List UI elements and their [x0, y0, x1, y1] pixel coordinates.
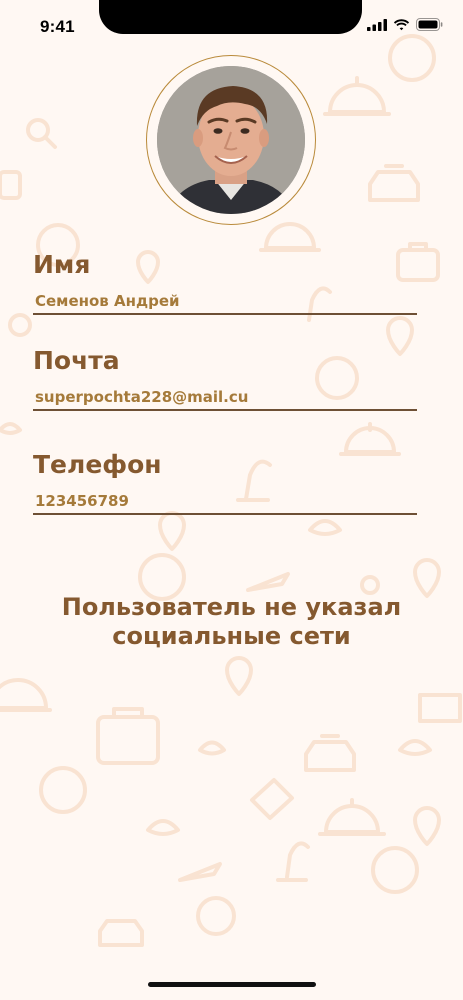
- name-value[interactable]: Семенов Андрей: [33, 292, 417, 310]
- name-underline: [33, 313, 417, 315]
- email-value[interactable]: superpochta228@mail.cu: [33, 388, 417, 406]
- email-field: Почта superpochta228@mail.cu: [33, 346, 417, 411]
- no-social-message-line1: Пользователь не указал: [61, 593, 402, 621]
- wifi-icon: [393, 18, 410, 31]
- avatar[interactable]: [157, 66, 305, 214]
- status-icons: [367, 18, 443, 31]
- phone-underline: [33, 513, 417, 515]
- cellular-signal-icon: [367, 18, 387, 31]
- cloche-icon: [318, 798, 386, 836]
- email-underline: [33, 409, 417, 411]
- cloche-icon: [259, 222, 321, 252]
- cloche-icon: [0, 678, 52, 712]
- profile-screen: 9:41 Имя Семенов Андрей Почта superpocht…: [0, 0, 463, 1000]
- phone-label: Телефон: [33, 450, 162, 479]
- no-social-message-line2: социальные сети: [112, 622, 351, 650]
- cloche-icon: [323, 76, 391, 116]
- avatar-frame: [146, 55, 316, 225]
- device-notch: [99, 0, 362, 34]
- home-indicator[interactable]: [148, 982, 316, 987]
- phone-field: Телефон 123456789: [33, 450, 417, 515]
- avatar-photo: [157, 66, 305, 214]
- name-field: Имя Семенов Андрей: [33, 250, 417, 315]
- email-label: Почта: [33, 346, 120, 375]
- status-time: 9:41: [40, 17, 75, 36]
- battery-icon: [416, 18, 443, 31]
- phone-value[interactable]: 123456789: [33, 492, 417, 510]
- no-social-networks-message: Пользователь не указал социальные сети: [0, 593, 463, 651]
- status-bar: 9:41: [0, 0, 463, 50]
- name-label: Имя: [33, 250, 91, 279]
